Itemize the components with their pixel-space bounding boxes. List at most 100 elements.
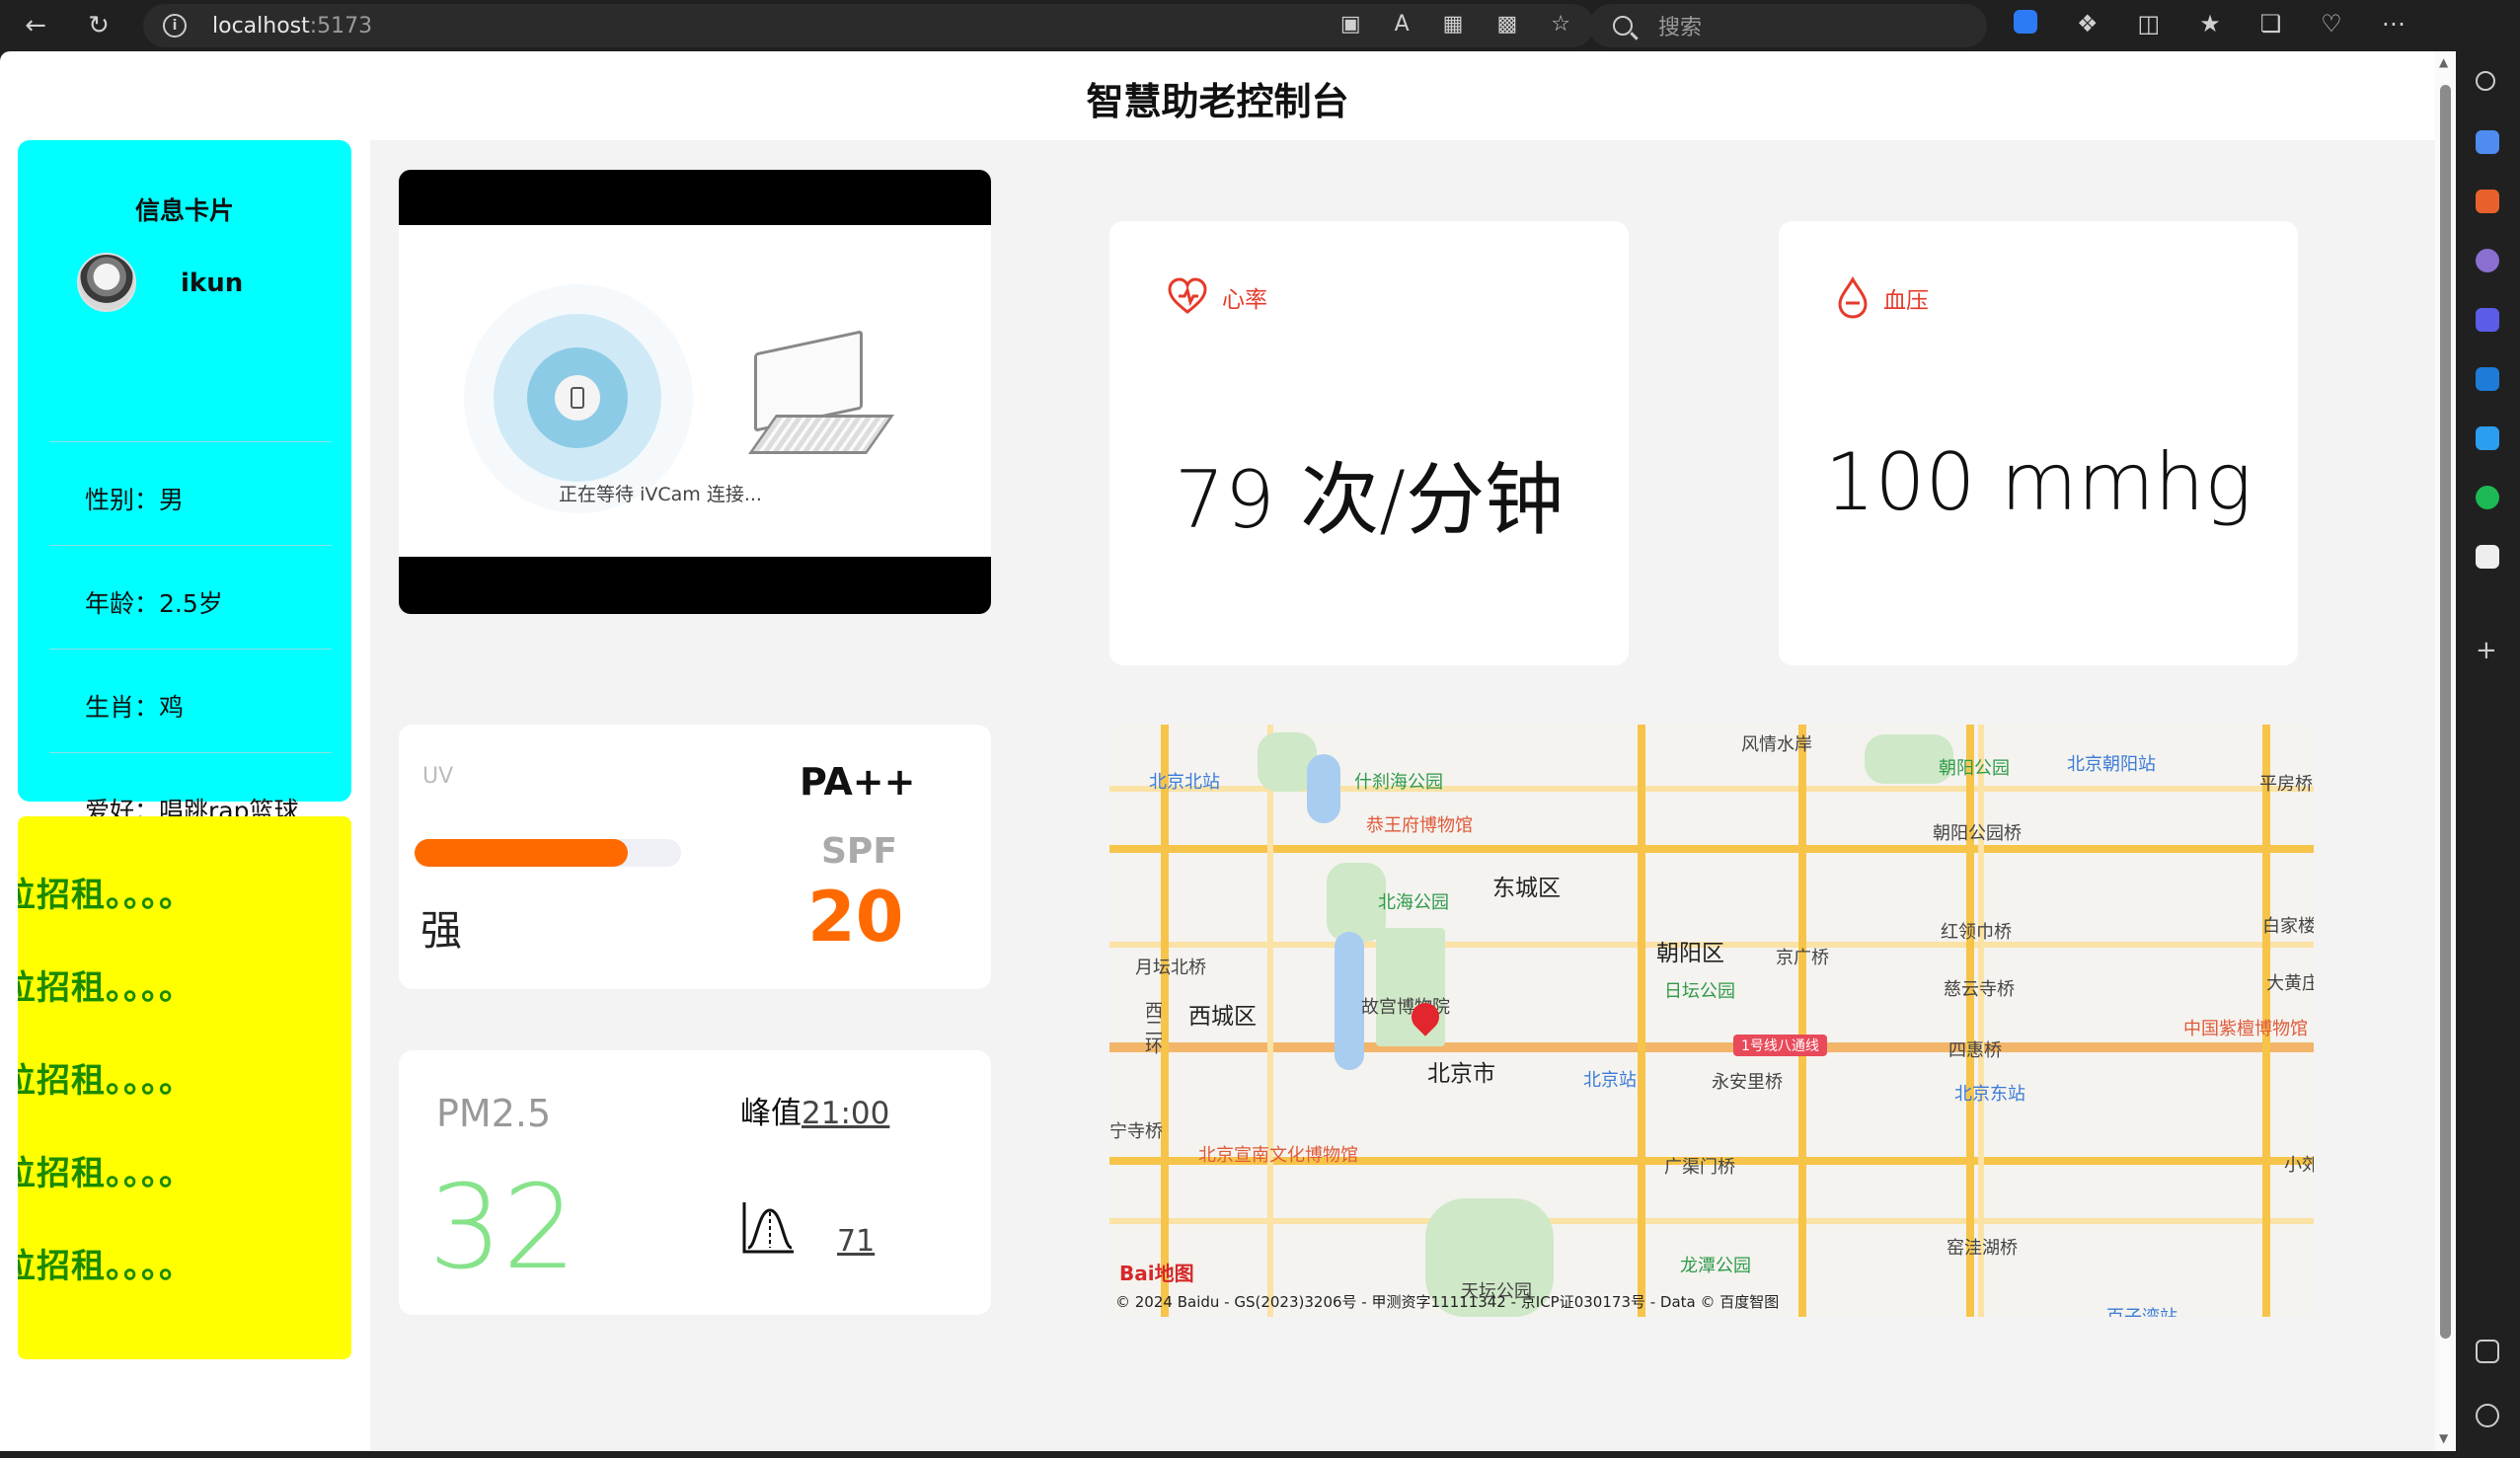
map-label: 小郊 [2284, 1155, 2314, 1176]
split-screen-icon[interactable]: ◫ [2138, 10, 2161, 38]
sidebar-search-icon[interactable] [2476, 71, 2495, 91]
map-label: 北京北站 [1149, 772, 1220, 793]
map-road [1109, 1218, 2314, 1224]
sidebar-copilot-icon[interactable] [2476, 308, 2499, 332]
pm25-card: PM2.5 32 峰值21:00 71 [399, 1050, 991, 1315]
sidebar-r-icon[interactable] [2476, 545, 2499, 569]
info-row-gender: 性别：男 [85, 486, 185, 514]
back-icon[interactable]: ← [18, 8, 53, 43]
map-road [1109, 1042, 2314, 1052]
favorite-star-icon[interactable]: ☆ [1551, 12, 1570, 37]
phone-icon [555, 375, 600, 421]
uv-label: UV [422, 764, 454, 789]
map-label: 广渠门桥 [1664, 1157, 1735, 1178]
map-road [1966, 725, 1974, 1317]
browser-search-box[interactable]: 搜索 [1589, 4, 1987, 47]
refresh-icon[interactable]: ↻ [81, 8, 116, 43]
map-label: 东城区 [1492, 876, 1561, 901]
sidebar-settings-icon[interactable] [2476, 1404, 2499, 1427]
map-label: 北京宣南文化博物馆 [1198, 1145, 1358, 1166]
map-label: 慈云寺桥 [1944, 979, 2015, 1000]
map-label: 窑洼湖桥 [1947, 1238, 2018, 1259]
address-port: :5173 [309, 13, 373, 38]
ad-line: 位招租。。。。 [18, 1154, 193, 1193]
map-label: 百子湾站 [2106, 1303, 2177, 1317]
site-info-icon[interactable]: i [163, 14, 187, 38]
map-label: 什刹海公园 [1354, 772, 1443, 793]
map-label: 朝阳区 [1656, 941, 1724, 966]
heart-icon [1168, 277, 1207, 314]
pm25-peak: 峰值21:00 [740, 1088, 889, 1132]
sidebar-people-icon[interactable] [2476, 249, 2499, 272]
baidu-map-logo[interactable]: Bai地图 [1119, 1258, 1194, 1286]
address-text[interactable]: localhost:5173 [212, 14, 372, 38]
divider [49, 441, 332, 442]
camera-placeholder: 正在等待 iVCam 连接... [399, 225, 991, 557]
blood-pressure-card: 血压 100 mmhg [1779, 221, 2298, 665]
info-row-age: 年龄：2.5岁 [85, 589, 223, 618]
search-placeholder: 搜索 [1658, 16, 1703, 40]
immersive-reader-icon[interactable]: ▦ [1443, 12, 1464, 37]
sidebar-outlook-icon[interactable] [2476, 367, 2499, 391]
page-title: 智慧助老控制台 [1086, 80, 1349, 123]
spf-label: SPF [821, 831, 897, 872]
sidebar-add-icon[interactable]: + [2476, 638, 2499, 663]
page-viewport: 智慧助老控制台 信息卡片 ikun 性别：男 年龄：2.5岁 生肖：鸡 爱好：唱… [0, 51, 2435, 1451]
laptop-keyboard [747, 415, 895, 454]
sidebar-spotify-icon[interactable] [2476, 486, 2499, 509]
map-label: 北海公园 [1378, 892, 1449, 913]
page-scrollbar[interactable]: ▲ ▼ [2435, 51, 2456, 1451]
map-label: 龙潭公园 [1680, 1256, 1751, 1276]
browser-essentials-icon[interactable]: ♡ [2321, 10, 2342, 38]
map-label: 红领巾桥 [1941, 922, 2012, 943]
map-label: 北京站 [1583, 1070, 1637, 1091]
heart-rate-value: 79 次/分钟 [1174, 454, 1565, 546]
ad-line: 位招租。。。。 [18, 1247, 193, 1286]
map[interactable]: 1号线八通线 北京北站 什刹海公园 恭王府博物馆 北海公园 东城区 朝阳区 京广… [1109, 725, 2314, 1317]
peak-chart-icon [742, 1202, 794, 1254]
divider [49, 752, 332, 753]
map-label: 四惠桥 [1948, 1040, 2002, 1061]
peak-time: 21:00 [802, 1096, 890, 1131]
map-label: 中国紫檀博物馆 [2183, 1019, 2308, 1039]
map-label: 朝阳公园桥 [1933, 823, 2022, 844]
ad-card: 位招租。。。。 位招租。。。。 位招租。。。。 位招租。。。。 位招租。。。。 [18, 816, 351, 1359]
map-label: 西城区 [1188, 1004, 1257, 1030]
app-available-icon[interactable]: ▩ [1496, 12, 1517, 37]
map-water [1335, 932, 1364, 1070]
map-label: 恭王府博物馆 [1366, 815, 1473, 836]
uv-progress-track [415, 839, 681, 867]
map-road [1978, 725, 1984, 1317]
address-bar[interactable]: i localhost:5173 ▣ A ▦ ▩ ☆ [143, 4, 1594, 47]
ad-line: 位招租。。。。 [18, 1061, 193, 1101]
pm25-label: PM2.5 [436, 1092, 552, 1135]
ad-line: 位招租。。。。 [18, 968, 193, 1008]
uv-card: UV 强 PA++ SPF 20 [399, 725, 991, 989]
map-label: 平房桥 [2259, 774, 2313, 795]
sidebar-briefcase-icon[interactable] [2476, 190, 2499, 213]
uv-progress-fill [415, 839, 628, 867]
camera-icon[interactable]: ▣ [1340, 12, 1361, 37]
favorites-icon[interactable]: ★ [2199, 10, 2221, 38]
map-label: 大黄庄桥 [2266, 973, 2314, 994]
sidebar-send-icon[interactable] [2476, 426, 2499, 450]
heart-rate-card: 心率 79 次/分钟 [1109, 221, 1629, 665]
ad-line: 位招租。。。。 [18, 876, 193, 915]
extensions-puzzle-icon[interactable]: ❖ [2077, 10, 2099, 38]
read-aloud-icon[interactable]: A [1395, 12, 1410, 37]
scroll-up-icon[interactable]: ▲ [2439, 55, 2448, 69]
scroll-down-icon[interactable]: ▼ [2439, 1431, 2448, 1445]
username: ikun [181, 269, 244, 298]
map-label: 京广桥 [1776, 948, 1829, 968]
extension-icon[interactable] [2014, 10, 2037, 34]
map-road [1638, 725, 1645, 1317]
info-card: 信息卡片 ikun 性别：男 年龄：2.5岁 生肖：鸡 爱好：唱跳rap篮球 [18, 140, 351, 825]
browser-toolbar: ← ↻ i localhost:5173 ▣ A ▦ ▩ ☆ 搜索 ❖ ◫ ★ … [0, 0, 2520, 51]
sidebar-tag-icon[interactable] [2476, 130, 2499, 154]
map-label: 西二环 [1142, 1001, 1163, 1054]
sidebar-screenshot-icon[interactable] [2476, 1340, 2499, 1363]
blood-pressure-header: 血压 [1836, 276, 1929, 320]
more-menu-icon[interactable]: ⋯ [2382, 10, 2405, 38]
collections-icon[interactable]: ❏ [2260, 10, 2282, 38]
scrollbar-thumb[interactable] [2440, 85, 2451, 1339]
